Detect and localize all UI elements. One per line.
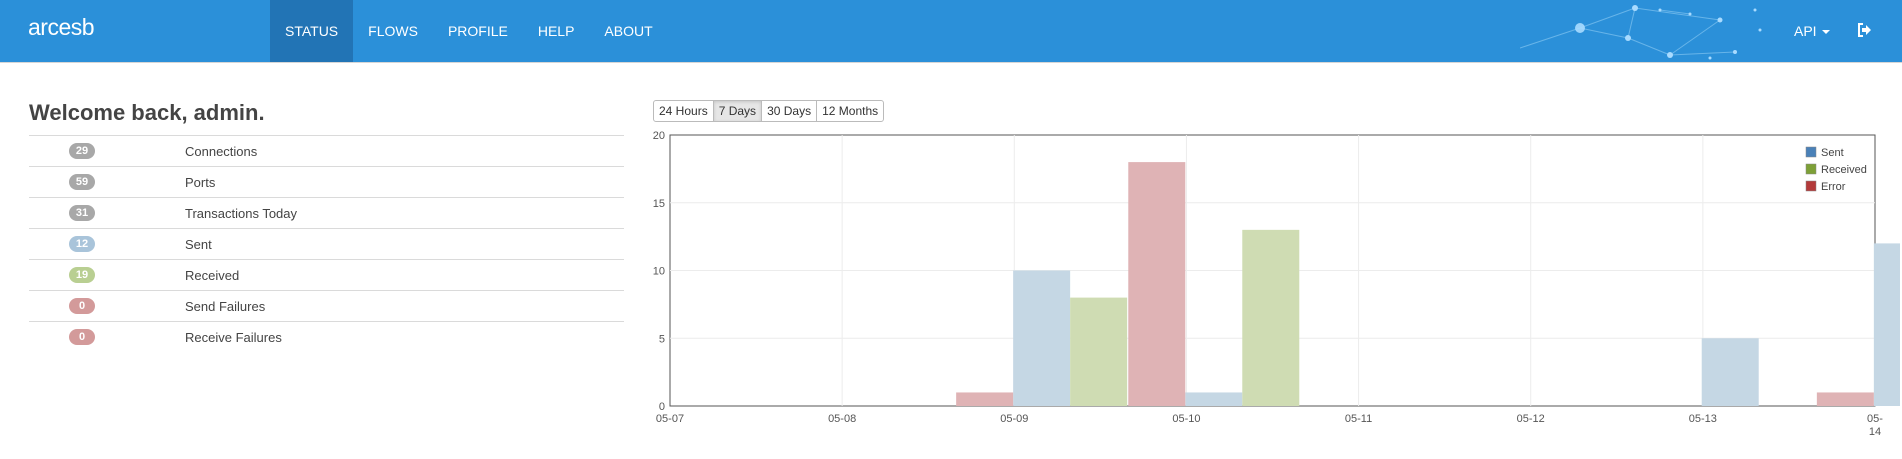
bar-received: [1242, 229, 1300, 406]
bar-error: [1816, 392, 1874, 406]
range-30-days-button[interactable]: 30 Days: [761, 100, 818, 122]
legend-swatch: [1805, 146, 1817, 158]
x-tick-label: 05-09: [1000, 413, 1028, 425]
caret-down-icon: [1821, 30, 1830, 35]
api-dropdown[interactable]: API: [1794, 0, 1830, 62]
x-tick-label: 05-11: [1345, 413, 1372, 425]
bar-received: [1070, 297, 1128, 406]
range-7-days-button[interactable]: 7 Days: [712, 100, 763, 122]
stat-badge: 59: [69, 174, 95, 190]
x-tick-label: 05-14: [1867, 413, 1883, 438]
bar-sent: [1873, 243, 1900, 406]
x-tick-label: 05-12: [1517, 413, 1545, 425]
bar-error: [1128, 162, 1186, 406]
stat-row-received[interactable]: 19 Received: [29, 259, 624, 290]
bar-sent: [1013, 270, 1071, 406]
x-tick-label: 05-08: [828, 413, 856, 425]
nav-about[interactable]: ABOUT: [589, 0, 667, 62]
main-nav: STATUS FLOWS PROFILE HELP ABOUT: [270, 0, 668, 62]
legend-swatch: [1805, 163, 1817, 175]
stat-label: Sent: [185, 237, 212, 252]
y-tick-label: 20: [653, 130, 665, 142]
stat-badge: 29: [69, 143, 95, 159]
bar-sent: [1185, 392, 1243, 406]
stat-badge: 0: [69, 298, 95, 314]
stat-label: Transactions Today: [185, 206, 298, 221]
top-navbar: arcesb STATUS FLOWS PROFILE HELP ABOUT A…: [0, 0, 1902, 63]
y-tick-label: 0: [659, 401, 665, 413]
legend-label: Received: [1821, 164, 1867, 176]
y-tick-label: 15: [653, 198, 665, 210]
bar-error: [956, 392, 1014, 406]
network-graphic-icon: [1520, 5, 1762, 60]
x-tick-label: 05-07: [656, 413, 684, 425]
transactions-chart: 0 5 10 15 20 05-07 05-08 05-09 05-10 05-11 05-12 05…: [653, 130, 1900, 438]
stat-row-connections[interactable]: 29 Connections: [29, 135, 624, 166]
stat-badge: 31: [69, 205, 95, 221]
legend-label: Error: [1821, 181, 1846, 193]
x-tick-label: 05-13: [1689, 413, 1717, 425]
stat-label: Send Failures: [185, 299, 266, 314]
nav-status[interactable]: STATUS: [270, 0, 354, 62]
stat-row-ports[interactable]: 59 Ports: [29, 166, 624, 197]
legend-swatch: [1805, 180, 1817, 192]
sign-out-icon[interactable]: [1858, 23, 1872, 37]
nav-help[interactable]: HELP: [523, 0, 590, 62]
api-dropdown-label: API: [1794, 23, 1817, 39]
x-tick-label: 05-10: [1172, 413, 1200, 425]
y-tick-label: 5: [659, 333, 665, 345]
nav-profile[interactable]: PROFILE: [433, 0, 523, 62]
nav-flows[interactable]: FLOWS: [353, 0, 433, 62]
time-range-selector: 24 Hours 7 Days 30 Days 12 Months: [653, 100, 885, 122]
stat-badge: 12: [69, 236, 95, 252]
stat-row-sent[interactable]: 12 Sent: [29, 228, 624, 259]
brand-logo[interactable]: arcesb: [28, 14, 95, 41]
stat-label: Connections: [185, 144, 258, 159]
stat-row-receive-failures[interactable]: 0 Receive Failures: [29, 321, 624, 352]
stat-row-send-failures[interactable]: 0 Send Failures: [29, 290, 624, 321]
range-12-months-button[interactable]: 12 Months: [816, 100, 885, 122]
bar-sent: [1701, 338, 1759, 406]
stat-label: Ports: [185, 175, 216, 190]
stat-badge: 0: [69, 329, 95, 345]
legend-label: Sent: [1821, 147, 1844, 159]
stat-badge: 19: [69, 267, 95, 283]
y-tick-label: 10: [653, 266, 665, 278]
stat-row-transactions-today[interactable]: 31 Transactions Today: [29, 197, 624, 228]
stat-label: Received: [185, 268, 240, 283]
range-24-hours-button[interactable]: 24 Hours: [653, 100, 714, 122]
welcome-heading: Welcome back, admin.: [29, 100, 265, 125]
stat-label: Receive Failures: [185, 330, 282, 345]
stats-list: 29 Connections 59 Ports 31 Transactions …: [29, 135, 624, 352]
